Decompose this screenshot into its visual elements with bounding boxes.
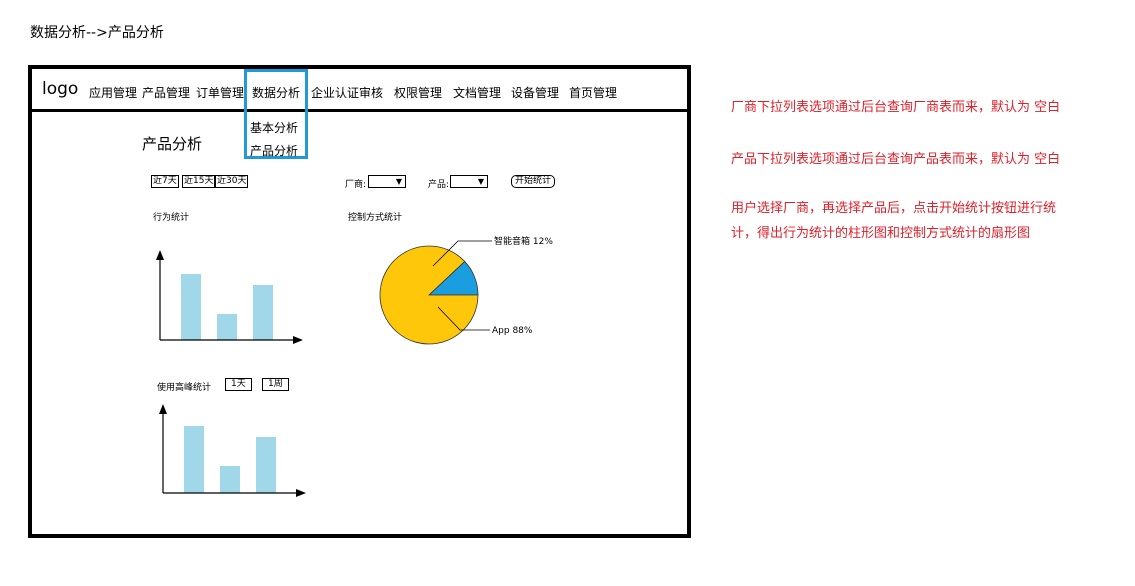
product-label: 产品:: [428, 180, 450, 190]
pie-label-smart-speaker: 智能音箱 12%: [494, 235, 553, 247]
y-axis-arrow-icon: [159, 404, 167, 414]
note-statistics-line1: 用户选择厂商，再选择产品后，点击开始统计按钮进行统: [731, 201, 1057, 216]
start-statistics-button[interactable]: 开始统计: [511, 175, 556, 188]
control-chart-title: 控制方式统计: [348, 213, 403, 223]
peak-1-week-button[interactable]: 1周: [262, 378, 289, 391]
bar: [253, 285, 273, 340]
nav-item-device-management[interactable]: 设备管理: [511, 84, 559, 101]
caret-down-icon: ▼: [477, 177, 484, 186]
top-nav: logo 应用管理 产品管理 订单管理 数据分析 企业认证审核 权限管理 文档管…: [32, 69, 687, 112]
bar: [184, 426, 204, 493]
control-pie-chart: 智能音箱 12% App 88%: [379, 235, 553, 345]
bar: [220, 466, 240, 493]
behavior-chart-title: 行为统计: [153, 213, 190, 223]
data-analysis-dropdown: 基本分析 产品分析: [244, 69, 308, 159]
page-title: 产品分析: [142, 135, 203, 153]
nav-item-permission-management[interactable]: 权限管理: [394, 84, 442, 101]
nav-item-enterprise-review[interactable]: 企业认证审核: [311, 84, 383, 101]
range-7-days-button[interactable]: 近7天: [151, 175, 179, 188]
peak-bar-chart: [159, 404, 306, 497]
dropdown-item-basic-analysis[interactable]: 基本分析: [250, 119, 298, 136]
app-window: logo 应用管理 产品管理 订单管理 数据分析 企业认证审核 权限管理 文档管…: [28, 65, 691, 538]
peak-1-day-button[interactable]: 1天: [225, 378, 252, 391]
behavior-bar-chart: [156, 250, 303, 344]
nav-item-order-management[interactable]: 订单管理: [196, 84, 244, 101]
x-axis-arrow-icon: [296, 489, 306, 497]
dropdown-item-product-analysis[interactable]: 产品分析: [250, 142, 298, 159]
breadcrumb: 数据分析-->产品分析: [30, 25, 164, 41]
vendor-label: 厂商:: [345, 180, 367, 190]
caret-down-icon: ▼: [395, 177, 402, 186]
x-axis-arrow-icon: [293, 336, 303, 344]
nav-item-home-management[interactable]: 首页管理: [569, 84, 617, 101]
note-vendor-dropdown: 厂商下拉列表选项通过后台查询厂商表而来，默认为 空白: [731, 100, 1061, 115]
vendor-select[interactable]: ▼: [368, 175, 406, 188]
nav-item-app-management[interactable]: 应用管理: [89, 84, 137, 101]
product-select[interactable]: ▼: [450, 175, 488, 188]
peak-chart-title: 使用高峰统计: [157, 383, 212, 393]
logo: logo: [42, 79, 79, 99]
range-15-days-button[interactable]: 近15天: [182, 175, 216, 188]
pie-slice: [379, 245, 479, 345]
note-statistics-line2: 计，得出行为统计的柱形图和控制方式统计的扇形图: [731, 226, 1031, 241]
nav-item-product-management[interactable]: 产品管理: [142, 84, 190, 101]
bar: [217, 314, 237, 340]
pie-label-app: App 88%: [492, 326, 533, 336]
note-product-dropdown: 产品下拉列表选项通过后台查询产品表而来，默认为 空白: [731, 152, 1061, 167]
nav-item-doc-management[interactable]: 文档管理: [453, 84, 501, 101]
y-axis-arrow-icon: [156, 250, 164, 260]
bar: [181, 274, 201, 340]
bar: [256, 437, 276, 493]
range-30-days-button[interactable]: 近30天: [215, 175, 249, 188]
